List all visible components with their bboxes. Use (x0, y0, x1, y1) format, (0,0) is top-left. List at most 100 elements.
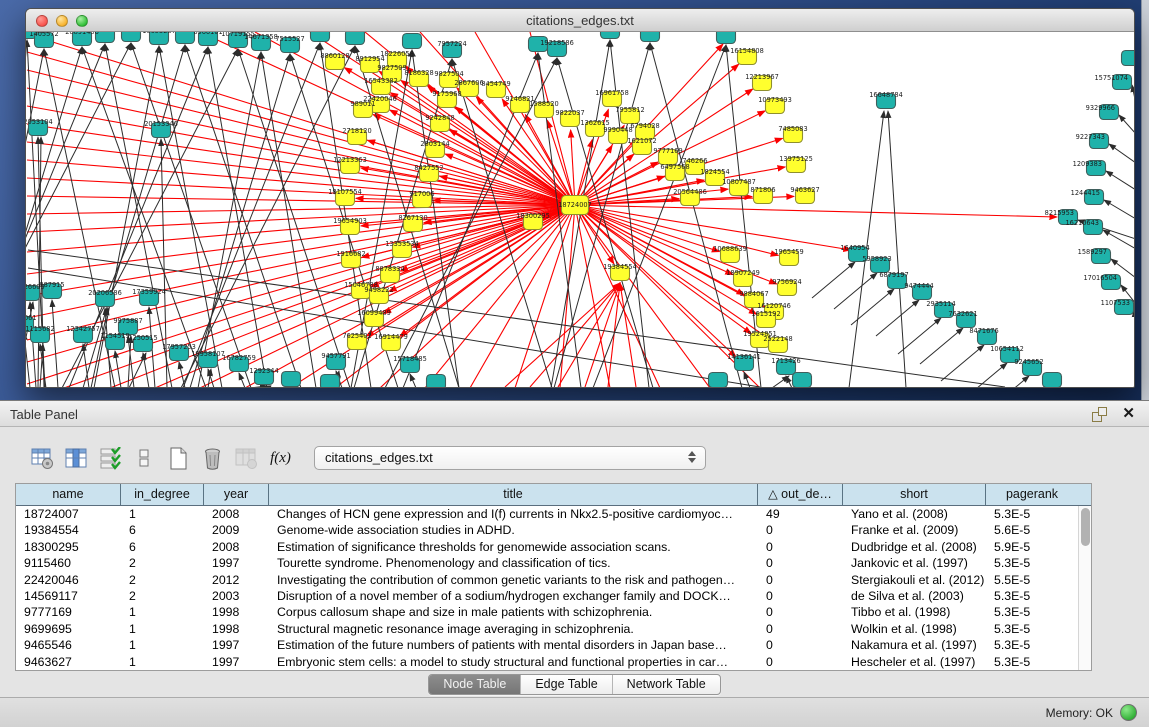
graph-node-label: 1115682 (26, 325, 55, 333)
graph-edge (834, 273, 877, 309)
table-row[interactable]: 2242004622012Investigating the contribut… (16, 572, 1091, 588)
graph-node-label: 1965459 (774, 248, 803, 256)
graph-edge (575, 205, 710, 387)
graph-node-label: 5958923 (862, 255, 891, 263)
import-table-button[interactable] (234, 446, 259, 471)
graph-node-label: 1154519 (100, 332, 129, 340)
graph-edge (650, 43, 742, 387)
graph-edge (1109, 144, 1134, 163)
table-selector-value: citations_edges.txt (325, 450, 433, 465)
table-row[interactable]: 1456911722003Disruption of a novel membe… (16, 588, 1091, 604)
graph-node[interactable] (1122, 51, 1135, 66)
table-type-segmented-control: Node TableEdge TableNetwork Table (428, 674, 720, 695)
table-selector-dropdown[interactable]: citations_edges.txt (314, 446, 706, 470)
clear-selection-button[interactable] (132, 446, 157, 471)
graph-node-label: 18300295 (516, 212, 550, 220)
graph-node[interactable] (601, 32, 620, 39)
graph-node[interactable] (346, 32, 365, 45)
graph-edge (812, 262, 855, 298)
graph-node[interactable] (311, 32, 330, 42)
show-columns-button[interactable] (64, 446, 89, 471)
memory-status-indicator-icon[interactable] (1120, 704, 1137, 721)
graph-node-label: 17359924 (132, 288, 166, 296)
function-builder-button[interactable]: f(x) (268, 446, 293, 471)
float-panel-icon[interactable] (1092, 407, 1107, 422)
column-header-year[interactable]: year (204, 484, 269, 505)
scrollbar-thumb[interactable] (1081, 508, 1090, 546)
graph-node[interactable] (793, 373, 812, 388)
status-bar: Memory: OK (0, 697, 1149, 727)
table-row[interactable]: 946362711997Embryonic stem cells: a mode… (16, 654, 1091, 670)
table-row[interactable]: 1872400712008Changes of HCN gene express… (16, 506, 1091, 522)
table-cell: 2003 (204, 588, 269, 604)
graph-node[interactable] (122, 32, 141, 42)
tab-network-table[interactable]: Network Table (612, 675, 720, 694)
table-cell: Wolkin et al. (1998) (843, 621, 986, 637)
graph-node[interactable] (282, 372, 301, 387)
tab-edge-table[interactable]: Edge Table (520, 675, 611, 694)
network-canvas-container[interactable]: 1405572208914061065328715276026966161107… (26, 32, 1134, 387)
table-cell: 6 (121, 539, 204, 555)
graph-node[interactable] (709, 373, 728, 388)
graph-edge (239, 373, 245, 387)
graph-edge (400, 205, 575, 336)
table-cell: Estimation of significance thresholds fo… (269, 539, 758, 555)
table-cell: 1 (121, 654, 204, 670)
table-row[interactable]: 911546021997Tourette syndrome. Phenomeno… (16, 555, 1091, 571)
tab-node-table[interactable]: Node Table (429, 675, 520, 694)
new-table-button[interactable] (166, 446, 191, 471)
column-header-short[interactable]: short (843, 484, 986, 505)
graph-node-label: 1292344 (249, 367, 278, 375)
close-panel-icon[interactable]: ✕ (1122, 404, 1135, 422)
column-header-name[interactable]: name (16, 484, 121, 505)
table-cell: Tourette syndrome. Phenomenology and cla… (269, 555, 758, 571)
graph-node-label: 18724007 (558, 201, 592, 209)
table-row[interactable]: 977716911998Corpus callosum shape and si… (16, 604, 1091, 620)
table-cell: 9115460 (16, 555, 121, 571)
graph-node[interactable] (427, 375, 446, 388)
table-cell: Dudbridge et al. (2008) (843, 539, 986, 555)
graph-edge (1104, 200, 1134, 219)
table-cell: 2 (121, 555, 204, 571)
select-all-rows-button[interactable] (98, 446, 123, 471)
column-header-title[interactable]: title (269, 484, 758, 505)
table-scrollbar[interactable] (1078, 506, 1091, 670)
graph-node-label: 16154808 (730, 47, 764, 55)
graph-node-label: 9457791 (321, 352, 350, 360)
dropdown-arrows-icon (688, 451, 696, 463)
graph-node-label: 10688639 (713, 245, 747, 253)
table-cell: Disruption of a novel member of a sodium… (269, 588, 758, 604)
graph-node-label: 1588520 (529, 100, 558, 108)
table-cell: 9699695 (16, 621, 121, 637)
table-cell: 5.9E-5 (986, 539, 1078, 555)
graph-node[interactable] (641, 32, 660, 42)
column-header-in_degree[interactable]: in_degree (121, 484, 204, 505)
graph-node-label: 17016504 (1083, 274, 1117, 282)
table-row[interactable]: 1830029562008Estimation of significance … (16, 539, 1091, 555)
graph-node-label: 835061 (26, 314, 37, 322)
graph-edge (898, 318, 941, 354)
graph-node-label: 8471676 (969, 327, 998, 335)
network-view-window: citations_edges.txt 14055722089140610653… (25, 8, 1135, 388)
delete-table-button[interactable] (200, 446, 225, 471)
column-header-pagerank[interactable]: pagerank (986, 484, 1078, 505)
graph-node-label: 1107533 (1101, 299, 1130, 307)
table-row[interactable]: 1938455462009Genome-wide association stu… (16, 522, 1091, 538)
graph-node-label: 6966161 (193, 32, 222, 36)
graph-node[interactable] (403, 34, 422, 49)
table-cell: 2012 (204, 572, 269, 588)
table-row[interactable]: 969969511998Structural magnetic resonanc… (16, 621, 1091, 637)
window-titlebar[interactable]: citations_edges.txt (26, 9, 1134, 32)
graph-node-label: 9329966 (1086, 104, 1115, 112)
graph-node-label: 19654903 (333, 217, 367, 225)
graph-node[interactable] (1043, 373, 1062, 388)
table-row[interactable]: 946554611997Estimation of the future num… (16, 637, 1091, 653)
graph-node-label: 7485083 (778, 125, 807, 133)
graph-node[interactable] (321, 375, 340, 388)
graph-node-label: 9463627 (790, 186, 819, 194)
graph-node-label: 16648784 (869, 91, 903, 99)
graph-node-label: 1209383 (1073, 160, 1102, 168)
table-cell: 1997 (204, 637, 269, 653)
table-mode-button[interactable] (30, 446, 55, 471)
column-header-out_de[interactable]: △ out_de… (758, 484, 843, 505)
